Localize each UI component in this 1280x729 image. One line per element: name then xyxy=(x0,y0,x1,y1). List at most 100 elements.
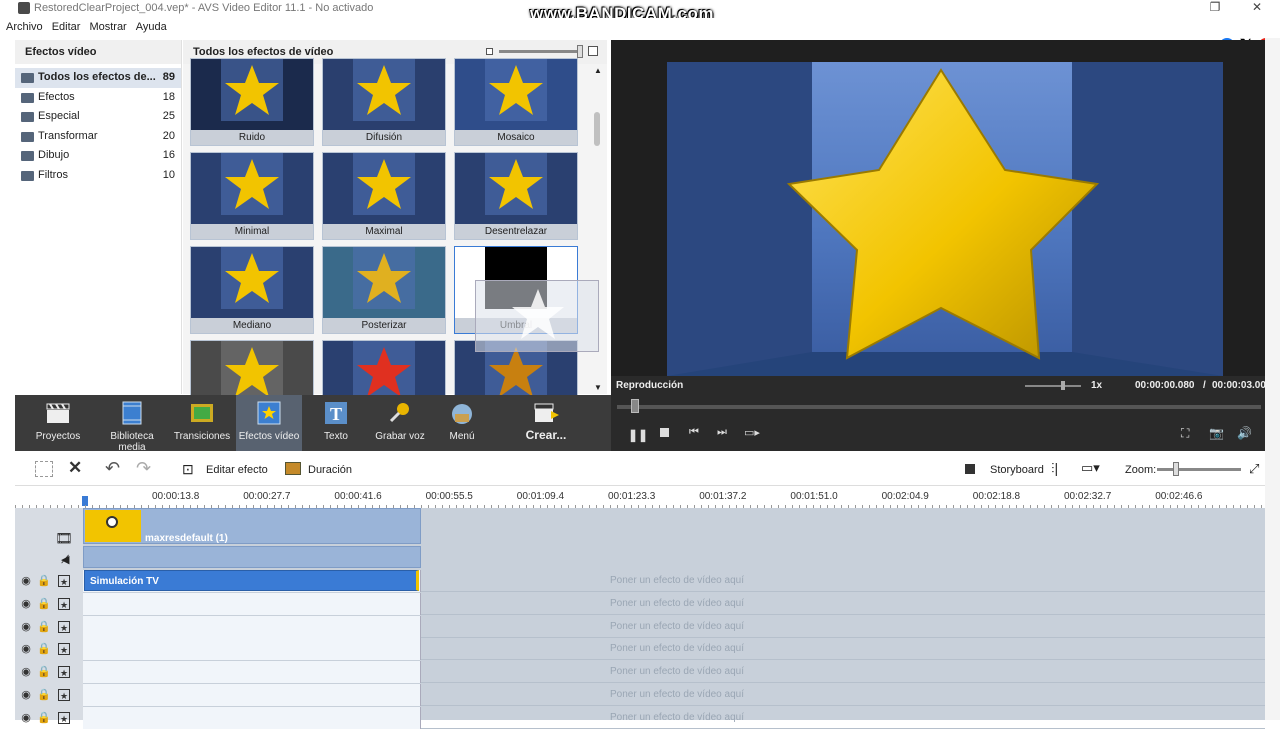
text-button[interactable]: T Texto xyxy=(303,395,369,451)
effect-tile[interactable]: Maximal xyxy=(322,152,446,240)
lock-icon[interactable]: 🔒 xyxy=(37,712,51,724)
menu-button[interactable]: Menú xyxy=(429,395,495,451)
menu-archivo[interactable]: Archivo xyxy=(0,18,46,33)
effect-tile[interactable]: Minimal xyxy=(190,152,314,240)
volume-icon[interactable]: 🔊 xyxy=(1237,426,1252,440)
effect-track-row[interactable]: Poner un efecto de vídeo aquí xyxy=(83,684,1265,706)
next-frame-icon[interactable]: ⏭ xyxy=(717,426,727,439)
effect-tile[interactable]: Mediano xyxy=(190,246,314,334)
seek-knob[interactable] xyxy=(631,399,639,413)
thumb-size-knob[interactable] xyxy=(577,45,583,58)
fit-timeline-icon[interactable]: ⤢ xyxy=(1249,461,1259,477)
play-frame-icon[interactable]: ▭▸ xyxy=(744,426,760,439)
stop-icon[interactable] xyxy=(660,428,669,437)
edit-effect-icon[interactable]: ⊡ xyxy=(182,461,194,478)
star-icon[interactable]: ★ xyxy=(58,597,70,610)
eye-icon[interactable]: ◉ xyxy=(20,598,32,610)
delete-icon[interactable]: ✕ xyxy=(68,458,82,478)
eye-icon[interactable]: ◉ xyxy=(20,689,32,701)
effect-drop-hint: Poner un efecto de vídeo aquí xyxy=(610,689,744,700)
lock-icon[interactable]: 🔒 xyxy=(37,621,51,633)
effect-tile[interactable]: Ruido xyxy=(190,58,314,146)
record-voice-button[interactable]: Grabar voz xyxy=(367,395,433,451)
volume-knob[interactable] xyxy=(1061,381,1065,390)
effect-track-left[interactable] xyxy=(83,615,421,638)
effect-track-row[interactable]: Poner un efecto de vídeo aquí xyxy=(83,706,1265,729)
undo-icon[interactable]: ↶ xyxy=(105,458,120,479)
star-icon[interactable]: ★ xyxy=(58,666,70,679)
effect-tile[interactable]: Difusión xyxy=(322,58,446,146)
star-icon[interactable]: ★ xyxy=(58,711,70,724)
effect-track-left[interactable] xyxy=(83,592,421,615)
display-options-icon[interactable]: ▭▾ xyxy=(1081,460,1100,476)
duration-button[interactable]: Duración xyxy=(308,464,352,476)
audio-clip[interactable] xyxy=(83,546,421,568)
effect-track-left[interactable] xyxy=(83,661,421,684)
restore-icon[interactable]: ❐ xyxy=(1200,0,1230,16)
timeline-zoom-slider[interactable] xyxy=(1157,468,1241,471)
category-especial[interactable]: Especial 25 xyxy=(15,107,181,127)
menu-ayuda[interactable]: Ayuda xyxy=(130,18,170,33)
small-thumbs-button[interactable] xyxy=(486,48,493,55)
lock-icon[interactable]: 🔒 xyxy=(37,643,51,655)
eye-icon[interactable]: ◉ xyxy=(20,643,32,655)
timeline-ruler[interactable]: 00:00:13.8 00:00:27.7 00:00:41.6 00:00:55.5… xyxy=(15,486,1265,508)
seek-bar[interactable] xyxy=(617,405,1261,409)
star-icon[interactable]: ★ xyxy=(58,643,70,656)
redo-icon[interactable]: ↷ xyxy=(136,458,151,479)
video-clip[interactable]: maxresdefault (1) xyxy=(83,508,421,544)
eye-icon[interactable]: ◉ xyxy=(20,666,32,678)
effect-track-row[interactable]: Poner un efecto de vídeo aquí xyxy=(83,661,1265,684)
lock-icon[interactable]: 🔒 xyxy=(37,689,51,701)
audio-mute-icon[interactable]: ◀̸ xyxy=(61,553,69,566)
projects-button[interactable]: Proyectos xyxy=(25,395,91,451)
video-effects-button[interactable]: Efectos vídeo xyxy=(236,395,302,451)
pause-icon[interactable]: ❚❚ xyxy=(628,428,648,442)
effect-track-row[interactable]: Poner un efecto de vídeo aquí xyxy=(83,615,1265,638)
effect-track-row[interactable]: Poner un efecto de vídeo aquí xyxy=(83,592,1265,615)
effect-tile[interactable]: Posterizar xyxy=(322,246,446,334)
media-library-button[interactable]: Biblioteca media xyxy=(99,395,165,453)
create-button[interactable]: Crear... xyxy=(513,395,579,451)
category-transformar[interactable]: Transformar 20 xyxy=(15,127,181,147)
transitions-button[interactable]: Transiciones xyxy=(169,395,235,451)
menu-mostrar[interactable]: Mostrar xyxy=(83,18,129,33)
eye-icon[interactable]: ◉ xyxy=(20,621,32,633)
volume-slider[interactable] xyxy=(1025,385,1081,387)
speed-label[interactable]: 1x xyxy=(1091,380,1102,391)
menu-editar[interactable]: Editar xyxy=(46,18,84,33)
category-filtros[interactable]: Filtros 10 xyxy=(15,166,181,186)
duration-icon[interactable] xyxy=(285,462,301,475)
lock-icon[interactable]: 🔒 xyxy=(37,666,51,678)
split-icon[interactable] xyxy=(35,461,53,477)
effect-track-left[interactable] xyxy=(83,706,421,729)
effect-tile[interactable]: Mosaico xyxy=(454,58,578,146)
category-efectos[interactable]: Efectos 18 xyxy=(15,88,181,108)
effect-tile[interactable]: Desentrelazar xyxy=(454,152,578,240)
star-icon[interactable]: ★ xyxy=(58,620,70,633)
storyboard-icon[interactable] xyxy=(965,464,975,474)
fullscreen-icon[interactable]: ⛶ xyxy=(1181,426,1189,441)
effect-track-left[interactable] xyxy=(83,638,421,661)
eye-icon[interactable]: ◉ xyxy=(20,575,32,587)
category-all[interactable]: Todos los efectos de... 89 xyxy=(15,68,181,88)
thumb-size-slider[interactable] xyxy=(499,50,579,53)
timeline-zoom-knob[interactable] xyxy=(1173,462,1179,476)
storyboard-button[interactable]: Storyboard xyxy=(990,464,1044,476)
lock-icon[interactable]: 🔒 xyxy=(37,575,51,587)
close-icon[interactable]: ✕ xyxy=(1242,0,1272,16)
lock-icon[interactable]: 🔒 xyxy=(37,598,51,610)
effect-track-left[interactable] xyxy=(83,684,421,706)
large-thumbs-button[interactable] xyxy=(588,46,598,56)
edit-effect-button[interactable]: Editar efecto xyxy=(206,464,268,476)
star-icon[interactable]: ★ xyxy=(58,575,70,587)
snapshot-icon[interactable]: 📷 xyxy=(1209,426,1224,440)
audio-mixer-icon[interactable]: ⫶| xyxy=(1051,460,1058,477)
effect-clip[interactable]: Simulación TV xyxy=(84,570,419,591)
star-icon[interactable]: ★ xyxy=(58,689,70,701)
previous-frame-icon[interactable]: ⏮ xyxy=(689,426,699,439)
category-dibujo[interactable]: Dibujo 16 xyxy=(15,146,181,166)
eye-icon[interactable]: ◉ xyxy=(20,712,32,724)
preview-screen[interactable] xyxy=(667,62,1223,376)
effect-track-row[interactable]: Poner un efecto de vídeo aquí xyxy=(83,638,1265,661)
